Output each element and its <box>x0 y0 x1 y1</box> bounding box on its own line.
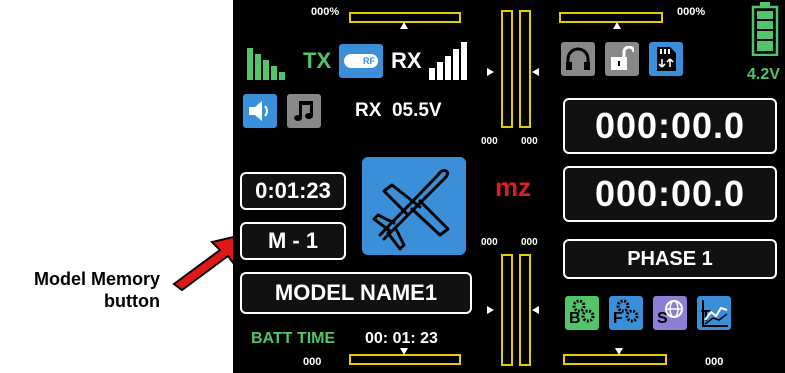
annotation-line-1: Model Memory <box>33 269 160 289</box>
system-settings-button[interactable]: S <box>653 296 687 330</box>
trim-bottom-right-value: 000 <box>705 356 724 368</box>
airplane-icon <box>372 169 450 251</box>
trim-bottom-right-marker <box>615 348 623 355</box>
trim-vertical-right-marker <box>532 68 539 76</box>
globe-icon <box>665 300 683 318</box>
telemetry-graph-icon <box>702 300 728 327</box>
batt-time-value: 00: 01: 23 <box>365 330 438 347</box>
trim-top-right[interactable] <box>559 12 663 23</box>
tx-label: TX <box>303 48 332 73</box>
speaker-button[interactable] <box>243 94 277 128</box>
function-settings-button[interactable]: F <box>609 296 643 330</box>
rf-button[interactable]: RF <box>339 44 383 78</box>
trim-vertical-right-upper[interactable] <box>519 10 531 128</box>
annotation-label: Model Memory button <box>0 268 180 312</box>
sd-card-icon <box>657 47 676 71</box>
trim-vertical-lower-left-value: 000 <box>481 237 498 248</box>
model-type-button[interactable] <box>362 157 466 255</box>
tx-signal-icon <box>247 48 285 80</box>
trim-bottom-right[interactable] <box>563 354 667 365</box>
base-settings-button[interactable]: B <box>565 296 599 330</box>
stopwatch-timer[interactable]: 000:00.0 <box>563 98 777 154</box>
rf-icon: RF <box>344 54 378 68</box>
mz-logo: mz <box>495 172 532 202</box>
trim-vertical-right-value: 000 <box>521 136 538 147</box>
model-memory-button[interactable]: M - 1 <box>240 222 346 260</box>
trim-bottom-left-value: 000 <box>303 356 322 368</box>
gears-icon <box>572 299 595 323</box>
sd-card-button[interactable] <box>649 42 683 76</box>
speaker-icon <box>249 101 268 121</box>
headphone-button[interactable] <box>561 42 595 76</box>
transmitter-screen: 000% 000% 000 000 000 000 TX RF RX RX 05… <box>233 0 785 373</box>
trim-vertical-left-value: 000 <box>481 136 498 147</box>
rf-icon-label: RF <box>363 56 375 66</box>
music-button[interactable] <box>287 94 321 128</box>
trim-bottom-left[interactable] <box>349 354 461 365</box>
trim-vertical-lower-right-value: 000 <box>521 237 538 248</box>
trim-top-right-marker <box>613 22 621 29</box>
trim-vertical-right-lower-marker <box>532 306 539 314</box>
telemetry-button[interactable]: T <box>697 296 731 330</box>
trim-vertical-left-lower-marker <box>487 306 494 314</box>
model-time-display[interactable]: 0:01:23 <box>240 172 346 210</box>
music-note-icon <box>294 101 313 121</box>
unlock-icon <box>611 46 634 70</box>
trim-vertical-left-lower[interactable] <box>501 254 513 366</box>
model-name-button[interactable]: MODEL NAME1 <box>240 272 472 314</box>
battery-icon <box>751 2 779 56</box>
annotation-line-2: button <box>104 291 160 311</box>
gears-icon <box>616 299 639 323</box>
trim-top-left-marker <box>400 22 408 29</box>
trim-top-right-percent: 000% <box>677 6 706 18</box>
flight-timer[interactable]: 000:00.0 <box>563 166 777 222</box>
trim-vertical-right-lower[interactable] <box>519 254 531 366</box>
trim-vertical-left-marker <box>487 68 494 76</box>
rx-voltage: RX 05.5V <box>355 100 442 121</box>
phase-button[interactable]: PHASE 1 <box>563 239 777 279</box>
batt-time-label: BATT TIME <box>251 330 336 347</box>
headphone-icon <box>566 47 590 70</box>
rx-label: RX <box>391 48 422 73</box>
rx-signal-icon <box>429 42 467 80</box>
trim-vertical-left-upper[interactable] <box>501 10 513 128</box>
trim-top-left-percent: 000% <box>311 6 340 18</box>
trim-bottom-left-marker <box>400 348 408 355</box>
lock-button[interactable] <box>605 42 639 76</box>
battery-voltage: 4.2V <box>747 66 780 83</box>
